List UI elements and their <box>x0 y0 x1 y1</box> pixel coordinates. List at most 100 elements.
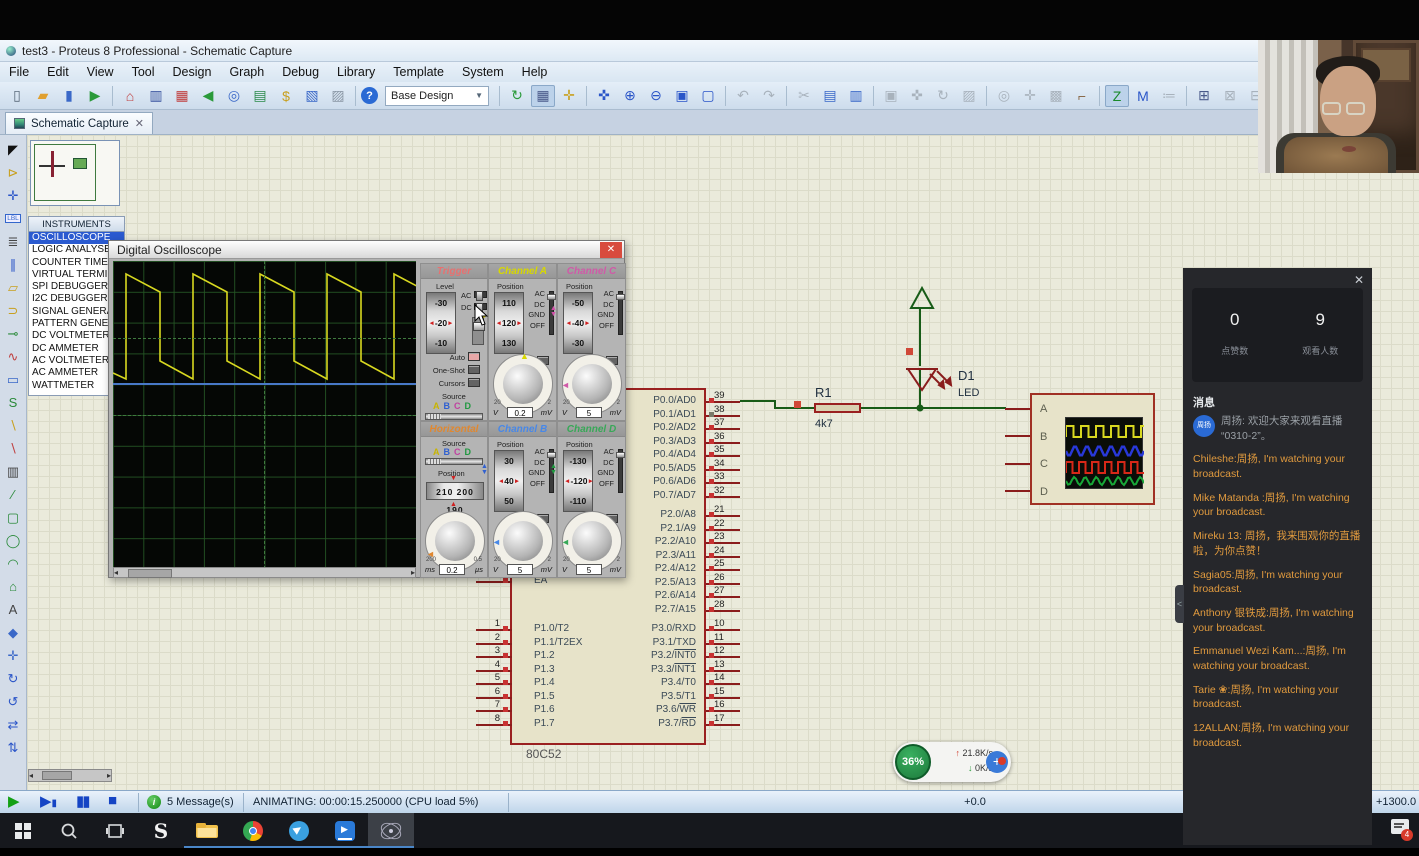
menu-template[interactable]: Template <box>384 63 453 81</box>
oscilloscope-scrollbar[interactable]: ◂ ▸ <box>113 567 416 578</box>
block-copy-icon[interactable]: ▣ <box>879 85 903 107</box>
block-delete-icon[interactable]: ▨ <box>957 85 981 107</box>
zoom-area-icon[interactable]: ▣ <box>670 85 694 107</box>
menu-view[interactable]: View <box>78 63 123 81</box>
netspeed-overlay[interactable]: 36% ↑ 21.8K/s ↓ 0K/s + <box>893 742 1011 782</box>
make-device-icon[interactable]: ✛ <box>1018 85 1042 107</box>
scroll-left-icon[interactable]: ◂ <box>29 771 33 780</box>
close-icon[interactable]: ✕ <box>1354 273 1364 287</box>
message-count[interactable]: 5 Message(s) <box>167 796 234 808</box>
notification-icon[interactable]: 4 <box>1387 819 1409 839</box>
origin-icon[interactable]: ✛ <box>557 85 581 107</box>
chip-pin-14[interactable]: 14 <box>706 676 744 689</box>
chrome-icon[interactable] <box>230 813 276 848</box>
zoom-out-icon[interactable]: ⊖ <box>644 85 668 107</box>
scale-knob[interactable]: ▲ <box>493 354 553 414</box>
search-icon[interactable] <box>46 813 92 848</box>
gerber-viewer-icon[interactable]: ◎ <box>222 85 246 107</box>
chip-pin-2[interactable]: 2 <box>474 636 512 649</box>
pcb-layout-view-icon[interactable]: ▦ <box>170 85 194 107</box>
pan-icon[interactable]: ✜ <box>592 85 616 107</box>
scroll-right-icon[interactable]: ▸ <box>411 568 415 577</box>
copy-icon[interactable]: ▤ <box>818 85 842 107</box>
chip-pin-37[interactable]: 37 <box>706 421 744 434</box>
tab-schematic-capture[interactable]: Schematic Capture ✕ <box>5 112 153 134</box>
telegram-icon[interactable]: ▶ <box>276 813 322 848</box>
coupling-switch[interactable] <box>618 449 623 493</box>
play-button[interactable]: ▶ <box>8 792 20 810</box>
chip-pin-26[interactable]: 26 <box>706 576 744 589</box>
scale-knob[interactable]: ◄ <box>562 354 622 414</box>
chip-pin-1[interactable]: 1 <box>474 622 512 635</box>
chip-pin-25[interactable]: 25 <box>706 562 744 575</box>
chip-pin-32[interactable]: 32 <box>706 489 744 502</box>
chip-pin-17[interactable]: 17 <box>706 717 744 730</box>
import-project-icon[interactable]: ▶ <box>83 85 107 107</box>
horizontal-source-slider[interactable] <box>425 458 483 465</box>
canvas-h-scrollbar[interactable]: ◂ ▸ <box>28 769 112 782</box>
chat-collapse-handle[interactable]: < <box>1175 585 1184 623</box>
chip-pin-38[interactable]: 38 <box>706 408 744 421</box>
block-move-icon[interactable]: ✜ <box>905 85 929 107</box>
zoom-in-icon[interactable]: ⊕ <box>618 85 642 107</box>
menu-graph[interactable]: Graph <box>220 63 273 81</box>
proteus-icon[interactable] <box>368 813 414 848</box>
screen-recorder-icon[interactable]: S <box>138 813 184 848</box>
step-button[interactable]: ▶▮ <box>40 792 57 810</box>
new-design-icon[interactable]: ▯ <box>5 85 29 107</box>
oscilloscope-window[interactable]: Digital Oscilloscope ✕ Trigger Level -30… <box>108 240 625 578</box>
block-pin-c[interactable]: C <box>1040 458 1048 470</box>
scope-display-block[interactable]: ABCD <box>1030 393 1155 505</box>
cut-icon[interactable]: ✂ <box>792 85 816 107</box>
chip-pin-16[interactable]: 16 <box>706 703 744 716</box>
chip-pin-7[interactable]: 7 <box>474 703 512 716</box>
remove-sheet-icon[interactable]: ⊠ <box>1218 85 1242 107</box>
menu-edit[interactable]: Edit <box>38 63 78 81</box>
chip-pin-15[interactable]: 15 <box>706 690 744 703</box>
home-page-icon[interactable]: ⌂ <box>118 85 142 107</box>
position-slider[interactable]: 30◄40►50 <box>494 450 524 512</box>
chip-pin-33[interactable]: 33 <box>706 475 744 488</box>
chip-pin-36[interactable]: 36 <box>706 435 744 448</box>
undo-icon[interactable]: ↶ <box>731 85 755 107</box>
scale-knob[interactable]: ◄ <box>493 511 553 571</box>
coupling-switch[interactable] <box>618 291 623 335</box>
oscilloscope-titlebar[interactable]: Digital Oscilloscope ✕ <box>109 241 624 259</box>
chip-pin-23[interactable]: 23 <box>706 535 744 548</box>
bom-report-icon[interactable]: ▤ <box>248 85 272 107</box>
save-design-icon[interactable]: ▮ <box>57 85 81 107</box>
design-combo[interactable]: Base Design▼ <box>385 86 489 106</box>
zoom-full-icon[interactable]: ▢ <box>696 85 720 107</box>
trigger-ac-toggle[interactable] <box>474 291 487 298</box>
menu-system[interactable]: System <box>453 63 513 81</box>
property-assignment-icon[interactable]: ≔ <box>1157 85 1181 107</box>
netlist-transfer-icon[interactable]: ▨ <box>326 85 350 107</box>
chip-pin-8[interactable]: 8 <box>474 717 512 730</box>
file-explorer-icon[interactable] <box>184 813 230 848</box>
position-slider[interactable]: 110◄120►130 <box>494 292 524 354</box>
menu-debug[interactable]: Debug <box>273 63 328 81</box>
osc-button-one-shot[interactable] <box>468 365 480 374</box>
horizontal-position[interactable]: 210 200 190 <box>426 482 484 500</box>
position-slider[interactable]: -130◄-120►-110 <box>563 450 593 512</box>
chip-pin-10[interactable]: 10 <box>706 622 744 635</box>
resistor-r1[interactable] <box>814 403 861 413</box>
chip-pin-12[interactable]: 12 <box>706 649 744 662</box>
toggle-grid-icon[interactable]: ▦ <box>531 85 555 107</box>
menu-library[interactable]: Library <box>328 63 384 81</box>
stop-button[interactable]: ■ <box>108 792 117 809</box>
chip-pin-13[interactable]: 13 <box>706 663 744 676</box>
chip-pin-3[interactable]: 3 <box>474 649 512 662</box>
bill-of-materials-icon[interactable]: $ <box>274 85 298 107</box>
add-icon[interactable]: + <box>986 751 1008 773</box>
chip-pin-11[interactable]: 11 <box>706 636 744 649</box>
start-button[interactable] <box>0 813 46 848</box>
block-pin-b[interactable]: B <box>1040 431 1047 443</box>
chip-pin-35[interactable]: 35 <box>706 448 744 461</box>
task-view-icon[interactable] <box>92 813 138 848</box>
block-rotate-icon[interactable]: ↻ <box>931 85 955 107</box>
redo-icon[interactable]: ↷ <box>757 85 781 107</box>
packaging-tool-icon[interactable]: ▩ <box>1044 85 1068 107</box>
open-design-icon[interactable]: ▰ <box>31 85 55 107</box>
chip-pin-4[interactable]: 4 <box>474 663 512 676</box>
